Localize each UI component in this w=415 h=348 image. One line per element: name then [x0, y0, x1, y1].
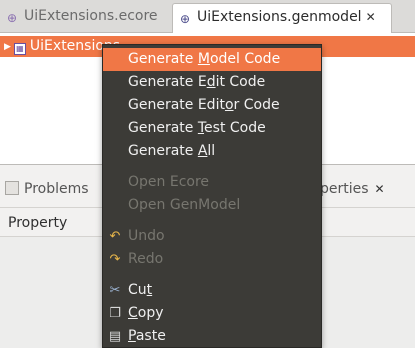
- tab-problems[interactable]: Problems: [5, 181, 89, 197]
- tab-label: Problems: [24, 181, 89, 197]
- mnemonic: M: [197, 51, 210, 67]
- mnemonic: d: [206, 74, 216, 90]
- mnemonic: t: [146, 282, 153, 298]
- menu-item-open-ecore[interactable]: Open Ecore: [103, 171, 321, 194]
- menu-label: est Code: [204, 120, 266, 136]
- menu-label: odel Code: [209, 51, 281, 67]
- menu-label: aste: [135, 328, 166, 344]
- menu-item-paste[interactable]: ▤ Paste: [103, 325, 321, 348]
- menu-label: Generate E: [128, 74, 207, 90]
- menu-item-generate-editor-code[interactable]: Generate Editor Code: [103, 94, 321, 117]
- mnemonic: P: [128, 328, 136, 344]
- menu-item-cut[interactable]: ✂ Cut: [103, 279, 321, 302]
- mnemonic: o: [224, 97, 234, 113]
- menu-item-open-genmodel[interactable]: Open GenModel: [103, 194, 321, 217]
- menu-label: Generate: [128, 51, 198, 67]
- menu-separator: [103, 167, 321, 168]
- editor-tab-bar: ⊕ UiExtensions.ecore ⊕ UiExtensions.genmod…: [0, 0, 415, 33]
- menu-item-generate-model-code[interactable]: Generate Model Code: [103, 48, 321, 71]
- menu-item-generate-edit-code[interactable]: Generate Edit Code: [103, 71, 321, 94]
- mnemonic: C: [128, 305, 138, 321]
- menu-label: Generate: [128, 143, 198, 159]
- menu-label: Cu: [128, 282, 147, 298]
- tab-uiextensions-genmodel[interactable]: ⊕ UiExtensions.genmodel ✕: [172, 3, 392, 33]
- mnemonic: A: [197, 143, 208, 159]
- menu-item-copy[interactable]: ❐ Copy: [103, 302, 321, 325]
- problems-icon: [5, 181, 19, 195]
- menu-item-generate-all[interactable]: Generate All: [103, 140, 321, 163]
- tab-label: UiExtensions.genmodel: [197, 9, 362, 25]
- expand-arrow-icon[interactable]: ▶: [4, 42, 11, 52]
- genmodel-file-icon: ⊕: [180, 12, 191, 26]
- cut-icon: ✂: [109, 283, 121, 298]
- menu-label: Generate Edit: [128, 97, 225, 113]
- context-menu: Generate Model Code Generate Edit Code G…: [102, 44, 322, 348]
- menu-separator: [103, 275, 321, 276]
- close-icon[interactable]: ✕: [366, 10, 376, 24]
- menu-label: opy: [137, 305, 164, 321]
- tab-label: UiExtensions.ecore: [24, 8, 158, 24]
- paste-icon: ▤: [108, 329, 122, 344]
- genmodel-package-icon: ▦: [13, 43, 26, 55]
- menu-label: ll: [207, 143, 216, 159]
- redo-icon: ↷: [109, 252, 121, 267]
- undo-icon: ↶: [109, 229, 121, 244]
- menu-label: Undo: [128, 228, 165, 244]
- menu-label: Redo: [128, 251, 164, 267]
- ecore-file-icon: ⊕: [7, 11, 18, 25]
- tab-uiextensions-ecore[interactable]: ⊕ UiExtensions.ecore: [0, 3, 172, 33]
- menu-label: it Code: [215, 74, 266, 90]
- menu-separator: [103, 221, 321, 222]
- menu-label: Generate: [128, 120, 198, 136]
- close-icon[interactable]: ✕: [375, 182, 385, 196]
- menu-item-generate-test-code[interactable]: Generate Test Code: [103, 117, 321, 140]
- menu-item-redo[interactable]: ↷ Redo: [103, 248, 321, 271]
- menu-label: r Code: [233, 97, 280, 113]
- copy-icon: ❐: [109, 306, 121, 321]
- tab-label: perties: [320, 181, 369, 197]
- menu-item-undo[interactable]: ↶ Undo: [103, 225, 321, 248]
- tab-properties[interactable]: perties ✕: [320, 181, 385, 197]
